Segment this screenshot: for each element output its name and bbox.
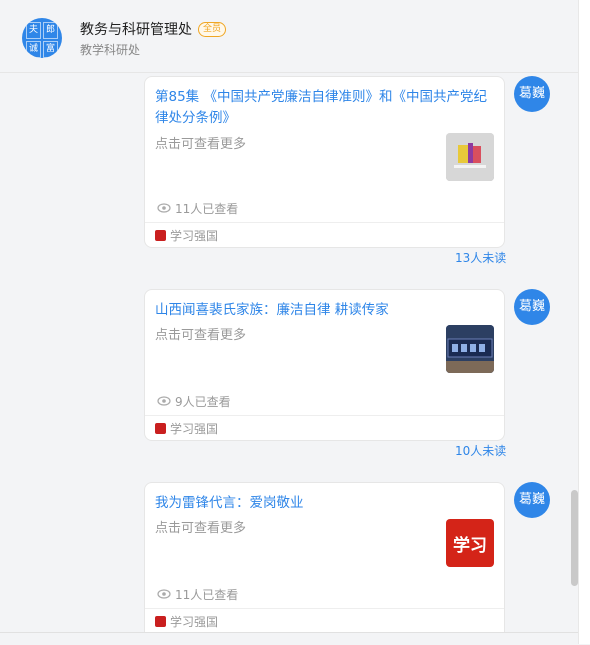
message-title[interactable]: 我为雷锋代言：爱岗敬业 xyxy=(155,493,495,514)
plaque-thumbnail-icon xyxy=(446,325,494,373)
chat-subtitle: 教学科研处 xyxy=(80,43,141,57)
message-source: 学习强国 xyxy=(155,227,218,244)
message-description: 点击可查看更多 xyxy=(155,137,247,152)
avatar-char: 富 xyxy=(43,41,58,58)
message-description: 点击可查看更多 xyxy=(155,521,247,536)
message-source: 学习强国 xyxy=(155,420,218,437)
chat-header: 夫 郎 诚 富 教务与科研管理处 全员 教学科研处 xyxy=(0,0,578,73)
sender-avatar[interactable]: 葛巍 xyxy=(514,289,550,325)
view-count-text: 11人已查看 xyxy=(175,202,239,216)
xuexi-logo-icon xyxy=(155,230,166,241)
view-count-text: 11人已查看 xyxy=(175,588,239,602)
source-label: 学习强国 xyxy=(170,422,219,436)
scrollbar-thumb[interactable] xyxy=(571,490,578,586)
view-count[interactable]: 11人已查看 xyxy=(157,200,238,217)
message-card[interactable]: 第85集 《中国共产党廉洁自律准则》和《中国共产党纪律处分条例》 点击可查看更多… xyxy=(144,76,505,248)
source-label: 学习强国 xyxy=(170,229,219,243)
avatar-char: 诚 xyxy=(26,41,41,58)
xuexi-logo-icon xyxy=(155,423,166,434)
eye-icon xyxy=(157,588,171,602)
input-toolbar xyxy=(0,632,578,645)
chat-title[interactable]: 教务与科研管理处 xyxy=(80,19,192,39)
message-source: 学习强国 xyxy=(155,613,218,630)
eye-icon xyxy=(157,395,171,409)
xuexi-logo-icon xyxy=(155,616,166,627)
message-description: 点击可查看更多 xyxy=(155,328,247,343)
book-thumbnail-icon xyxy=(446,133,494,181)
message-title[interactable]: 第85集 《中国共产党廉洁自律准则》和《中国共产党纪律处分条例》 xyxy=(155,87,495,129)
group-avatar[interactable]: 夫 郎 诚 富 xyxy=(22,18,62,58)
sender-avatar[interactable]: 葛巍 xyxy=(514,482,550,518)
sender-avatar[interactable]: 葛巍 xyxy=(514,76,550,112)
message-card[interactable]: 山西闻喜裴氏家族：廉洁自律 耕读传家 点击可查看更多 9人已查看 学习强国 xyxy=(144,289,505,441)
view-count[interactable]: 11人已查看 xyxy=(157,586,238,603)
view-count-text: 9人已查看 xyxy=(175,395,231,409)
message-title[interactable]: 山西闻喜裴氏家族：廉洁自律 耕读传家 xyxy=(155,300,495,321)
divider xyxy=(145,415,504,416)
message-card[interactable]: 我为雷锋代言：爱岗敬业 点击可查看更多 学习 11人已查看 学习强国 xyxy=(144,482,505,644)
unread-count[interactable]: 13人未读 xyxy=(455,249,506,266)
thumbnail-text: 学习 xyxy=(453,535,487,556)
divider xyxy=(145,222,504,223)
right-panel-edge xyxy=(578,0,590,644)
member-badge: 全员 xyxy=(198,22,227,37)
unread-count[interactable]: 10人未读 xyxy=(455,442,506,459)
source-label: 学习强国 xyxy=(170,615,219,629)
divider xyxy=(145,608,504,609)
avatar-char: 郎 xyxy=(43,22,58,39)
view-count[interactable]: 9人已查看 xyxy=(157,393,231,410)
xuexi-logo-thumbnail-icon: 学习 xyxy=(446,519,494,567)
avatar-char: 夫 xyxy=(26,22,41,39)
eye-icon xyxy=(157,202,171,216)
